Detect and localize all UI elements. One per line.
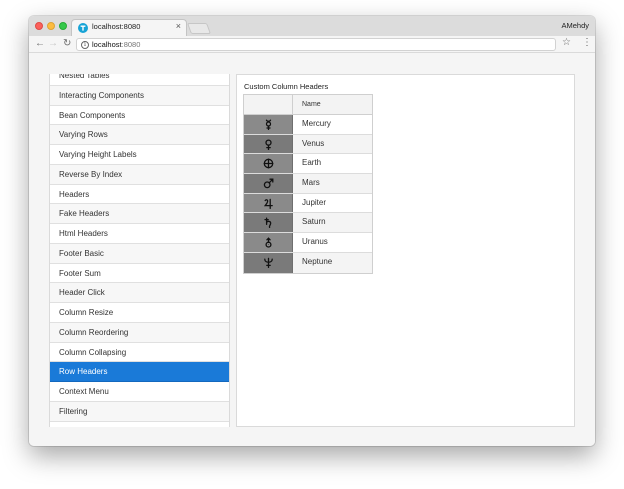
grid-cell-name: Saturn xyxy=(293,213,372,233)
tab-close-icon[interactable]: × xyxy=(176,21,181,31)
sidebar-item[interactable]: Nested Tables xyxy=(50,74,229,86)
grid-header-row: Name xyxy=(244,95,372,115)
maximize-window-button[interactable] xyxy=(59,22,67,30)
page-viewport: Nested Tables Interacting Components Bean … xyxy=(29,54,595,446)
sidebar-item[interactable]: Headers xyxy=(50,184,229,205)
row-header[interactable] xyxy=(244,193,293,213)
tab-title: localhost:8080 xyxy=(92,22,141,31)
row-header[interactable] xyxy=(244,134,293,154)
sidebar-item[interactable]: Column Collapsing xyxy=(50,342,229,363)
grid-corner-cell xyxy=(244,95,293,114)
grid-row[interactable]: Neptune xyxy=(244,252,372,273)
row-header[interactable] xyxy=(244,213,293,233)
sidebar-item[interactable]: Reverse By Index xyxy=(50,164,229,185)
minimize-window-button[interactable] xyxy=(47,22,55,30)
venus-symbol-icon xyxy=(264,138,272,150)
grid-cell-name: Jupiter xyxy=(293,193,372,213)
row-header[interactable] xyxy=(244,174,293,193)
browser-window: localhost:8080 × AMehdy ← → ↻ i localhos… xyxy=(29,16,595,446)
sidebar-item[interactable]: Header Click xyxy=(50,283,229,304)
bookmark-star-icon[interactable]: ☆ xyxy=(562,37,571,48)
sidebar-item[interactable]: Footer Sum xyxy=(50,263,229,284)
url-port: :8080 xyxy=(121,40,141,49)
demo-content-panel: Custom Column Headers Name Mercury Venus E… xyxy=(236,74,575,427)
grid-cell-name: Uranus xyxy=(293,233,372,252)
planet-grid: Name Mercury Venus Earth Mars Jupiter Saturn U… xyxy=(243,94,373,274)
jupiter-symbol-icon xyxy=(263,198,273,209)
sidebar-item[interactable]: Column Reordering xyxy=(50,322,229,343)
mars-symbol-icon xyxy=(263,178,273,189)
sidebar-item[interactable]: Footer Basic xyxy=(50,243,229,264)
address-bar[interactable]: i localhost:8080 xyxy=(76,38,556,51)
grid-caption: Custom Column Headers xyxy=(244,82,329,91)
grid-body: Mercury Venus Earth Mars Jupiter Saturn Uranus… xyxy=(244,115,372,273)
sidebar-item[interactable]: Filtering xyxy=(50,402,229,422)
reload-icon[interactable]: ↻ xyxy=(63,38,71,50)
grid-row[interactable]: Mercury xyxy=(244,115,372,135)
tab-strip: localhost:8080 × AMehdy xyxy=(29,16,595,36)
column-header-name[interactable]: Name xyxy=(293,95,372,114)
grid-row[interactable]: Jupiter xyxy=(244,193,372,214)
row-header[interactable] xyxy=(244,115,293,134)
grid-cell-name: Mars xyxy=(293,174,372,193)
grid-row[interactable]: Uranus xyxy=(244,233,372,253)
new-tab-button[interactable] xyxy=(186,23,212,34)
kebab-menu-icon[interactable]: ⋮ xyxy=(582,37,592,48)
browser-toolbar: ← → ↻ i localhost:8080 ☆ ⋮ xyxy=(29,36,595,53)
sidebar-item[interactable]: Column Formatting Check xyxy=(50,421,229,427)
row-header[interactable] xyxy=(244,154,293,174)
row-header[interactable] xyxy=(244,252,293,273)
sidebar-item[interactable]: Bean Components xyxy=(50,105,229,126)
sidebar-item[interactable]: Context Menu xyxy=(50,382,229,403)
grid-cell-name: Neptune xyxy=(293,252,372,273)
sidebar-item[interactable]: Varying Height Labels xyxy=(50,145,229,165)
grid-row[interactable]: Venus xyxy=(244,134,372,155)
favicon-icon xyxy=(78,23,88,33)
earth-symbol-icon xyxy=(263,158,273,169)
url-host: localhost xyxy=(92,40,122,49)
sidebar-item[interactable]: Row Headers xyxy=(50,362,229,383)
saturn-symbol-icon xyxy=(263,217,271,229)
info-icon[interactable]: i xyxy=(81,41,89,49)
close-window-button[interactable] xyxy=(35,22,43,30)
back-arrow-icon[interactable]: ← xyxy=(35,38,45,50)
sidebar-item[interactable]: Varying Rows xyxy=(50,125,229,146)
browser-tab[interactable]: localhost:8080 × xyxy=(71,19,187,36)
sidebar-item[interactable]: Fake Headers xyxy=(50,204,229,225)
neptune-symbol-icon xyxy=(263,257,273,269)
uranus-symbol-icon xyxy=(264,237,272,248)
demo-list: Nested Tables Interacting Components Bean … xyxy=(50,74,229,427)
profile-name[interactable]: AMehdy xyxy=(561,21,589,30)
url-text[interactable]: localhost:8080 xyxy=(92,40,140,49)
forward-arrow-icon[interactable]: → xyxy=(48,38,58,50)
sidebar-item[interactable]: Interacting Components xyxy=(50,85,229,106)
grid-row[interactable]: Earth xyxy=(244,154,372,175)
grid-cell-name: Venus xyxy=(293,134,372,154)
sidebar-item[interactable]: Column Resize xyxy=(50,303,229,323)
row-header[interactable] xyxy=(244,233,293,252)
grid-cell-name: Mercury xyxy=(293,115,372,134)
sidebar-item[interactable]: Html Headers xyxy=(50,224,229,244)
grid-cell-name: Earth xyxy=(293,154,372,174)
grid-row[interactable]: Saturn xyxy=(244,213,372,234)
grid-row[interactable]: Mars xyxy=(244,174,372,194)
mercury-symbol-icon xyxy=(265,119,271,130)
demo-list-sidebar[interactable]: Nested Tables Interacting Components Bean … xyxy=(49,74,230,427)
